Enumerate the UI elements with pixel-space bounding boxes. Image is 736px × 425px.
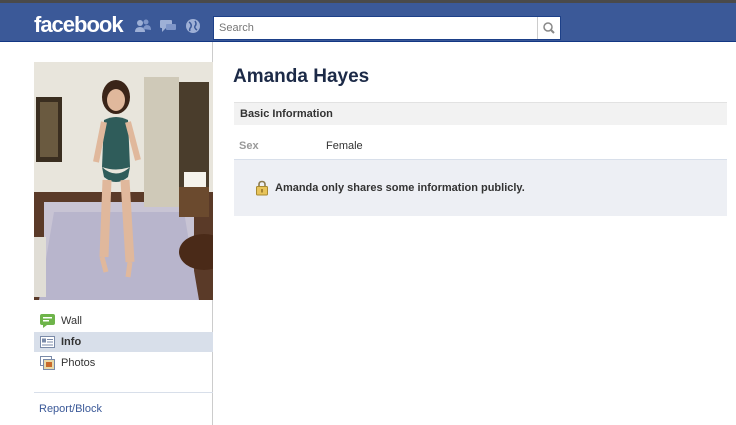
left-sidebar: Wall Info Photos Report/Block [0, 42, 213, 425]
sidebar-item-label: Photos [61, 357, 96, 369]
wall-icon [40, 314, 55, 328]
info-icon [40, 336, 55, 348]
privacy-notice-text: Amanda only shares some information publ… [275, 182, 525, 194]
messages-icon[interactable] [159, 18, 177, 34]
notifications-globe-icon[interactable] [184, 18, 202, 34]
privacy-notice: Amanda only shares some information publ… [234, 159, 727, 216]
sidebar-item-wall[interactable]: Wall [34, 311, 213, 331]
report-block-link[interactable]: Report/Block [39, 403, 102, 415]
basic-information-header: Basic Information [234, 102, 727, 125]
profile-name[interactable]: Amanda Hayes [233, 66, 369, 88]
search-input[interactable]: Search [213, 16, 561, 40]
search-button[interactable] [537, 17, 560, 39]
search-placeholder: Search [219, 22, 254, 34]
field-label-sex: Sex [239, 140, 259, 152]
profile-picture[interactable] [34, 62, 213, 300]
field-value-sex: Female [326, 140, 363, 152]
lock-icon [256, 180, 268, 196]
friend-requests-icon[interactable] [134, 18, 152, 34]
sidebar-item-photos[interactable]: Photos [34, 353, 213, 373]
photos-icon [40, 356, 55, 370]
sidebar-item-info[interactable]: Info [34, 332, 213, 352]
top-navigation-bar: facebook Search [0, 3, 736, 42]
search-icon [543, 22, 555, 34]
sidebar-item-label: Info [61, 336, 82, 348]
sidebar-divider [34, 392, 213, 393]
facebook-logo[interactable]: facebook [34, 12, 124, 38]
section-title: Basic Information [240, 108, 333, 120]
sidebar-item-label: Wall [61, 315, 82, 327]
